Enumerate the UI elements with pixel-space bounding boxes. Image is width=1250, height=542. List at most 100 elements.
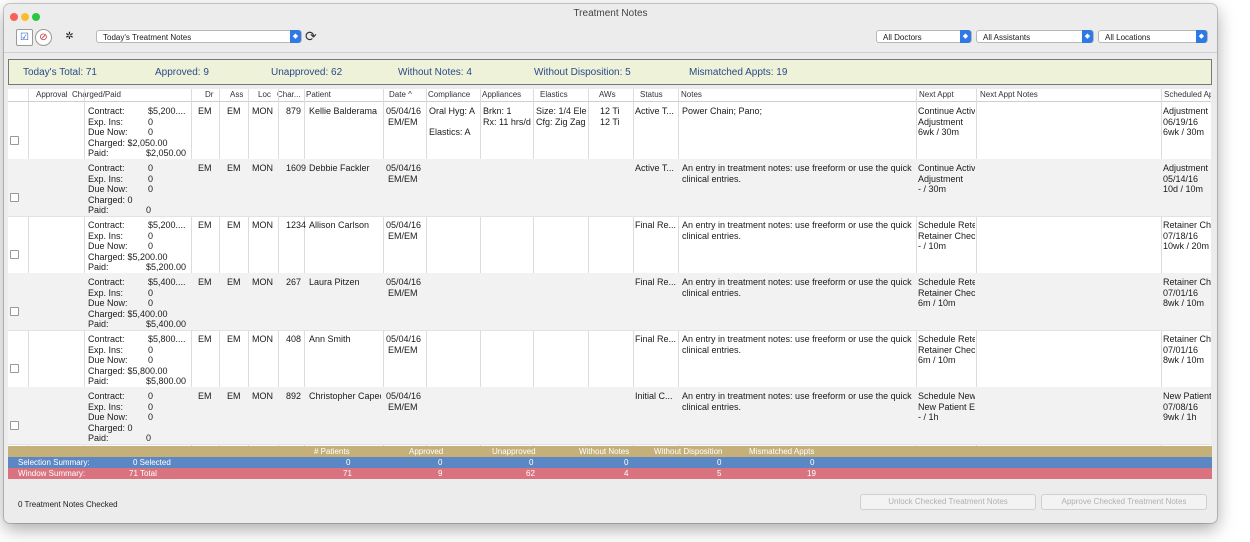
view-select[interactable]: Today's Treatment Notes ◆ xyxy=(96,30,302,43)
chart-cell: 892 xyxy=(286,391,302,401)
scheduled-appt-cell: 10d / 10m xyxy=(1163,184,1204,194)
without-notes-total: Without Notes: 4 xyxy=(398,67,472,78)
no-disposition-icon[interactable]: ⊘ xyxy=(35,29,52,46)
approve-checked-button[interactable]: Approve Checked Treatment Notes xyxy=(1041,494,1207,510)
column-header[interactable]: Compliance xyxy=(428,90,470,99)
patient-cell: Debbie Fackler xyxy=(309,163,370,173)
column-header[interactable]: Approval xyxy=(36,90,68,99)
summary-header: Without Disposition xyxy=(654,447,723,456)
doctors-select-value: All Doctors xyxy=(883,33,922,42)
compliance-cell: Oral Hyg: A xyxy=(429,106,476,116)
next-appt-cell: - / 30m xyxy=(918,184,947,194)
row-checkbox[interactable] xyxy=(10,364,19,373)
assistant-cell: EM xyxy=(227,277,241,287)
row-checkbox[interactable] xyxy=(10,421,19,430)
table-row[interactable]: Contract: $5,200.... Exp. Ins: 0 Due Now: 0 Ch… xyxy=(8,102,1211,160)
dr-cell: EM xyxy=(198,334,212,344)
column-header[interactable]: Appliances xyxy=(482,90,521,99)
scheduled-appt-cell: 07/08/16 xyxy=(1163,401,1199,412)
scheduled-appt-cell: Retainer Check xyxy=(1163,277,1211,287)
chevron-up-down-icon: ◆ xyxy=(290,30,301,43)
column-header[interactable]: Charged/Paid xyxy=(72,90,121,99)
selection-summary-bar: Selection Summary: 0 Selected 0 0 0 0 0 … xyxy=(8,457,1212,468)
selection-value: 0 xyxy=(717,458,722,467)
notes-cell: An entry in treatment notes: use freefor… xyxy=(682,334,912,344)
zoom-window-button[interactable] xyxy=(32,13,40,21)
summary-header: # Patients xyxy=(314,447,350,456)
next-appt-cell: 6m / 10m xyxy=(918,355,956,365)
column-header[interactable]: Next Appt Notes xyxy=(980,90,1038,99)
paid-label: Paid: xyxy=(88,376,109,386)
charged-value: Charged: $5,400.00 xyxy=(88,308,168,319)
exp-ins-value: 0 xyxy=(148,401,154,412)
scheduled-appt-cell: 07/18/16 xyxy=(1163,230,1199,241)
notes-cell: Power Chain; Pano; xyxy=(682,106,763,116)
due-now-label: Due Now: xyxy=(88,298,128,308)
column-header[interactable]: Date ^ xyxy=(389,90,412,99)
window-summary-bar: Window Summary: 71 Total 71 9 62 4 5 19 xyxy=(8,468,1212,479)
approved-total: Approved: 9 xyxy=(155,67,209,78)
close-window-button[interactable] xyxy=(10,13,18,21)
window-value: 19 xyxy=(807,469,816,478)
gear-icon[interactable]: ✲ xyxy=(62,29,77,44)
window-value: 71 xyxy=(343,469,352,478)
column-header[interactable]: Char... xyxy=(277,90,301,99)
row-checkbox[interactable] xyxy=(10,193,19,202)
dr-cell: EM xyxy=(198,220,212,230)
summary-header: Unapproved xyxy=(492,447,536,456)
charged-value: Charged: 0 xyxy=(88,194,133,205)
column-header[interactable]: AWs xyxy=(599,90,616,99)
notes-cell: An entry in treatment notes: use freefor… xyxy=(682,163,912,173)
due-now-value: 0 xyxy=(148,127,154,137)
notes-cell: clinical entries. xyxy=(682,230,742,241)
patient-cell: Allison Carlson xyxy=(309,220,370,230)
notes-cell: An entry in treatment notes: use freefor… xyxy=(682,220,912,230)
refresh-icon[interactable]: ⟳ xyxy=(305,28,317,44)
column-header[interactable]: Elastics xyxy=(540,90,568,99)
assistants-select[interactable]: All Assistants ◆ xyxy=(976,30,1094,43)
locations-select[interactable]: All Locations ◆ xyxy=(1098,30,1208,43)
chart-cell: 267 xyxy=(286,277,302,287)
row-checkbox[interactable] xyxy=(10,307,19,316)
paid-label: Paid: xyxy=(88,262,109,272)
exp-ins-label: Exp. Ins: xyxy=(88,401,124,412)
table-row[interactable]: Contract: 0 Exp. Ins: 0 Due Now: 0 Charged: 0P… xyxy=(8,159,1211,217)
mismatched-total: Mismatched Appts: 19 xyxy=(689,67,788,78)
unlock-checked-button[interactable]: Unlock Checked Treatment Notes xyxy=(860,494,1036,510)
check-all-icon[interactable]: ☑ xyxy=(16,29,33,46)
column-header[interactable]: Status xyxy=(640,90,663,99)
charged-value: Charged: $5,800.00 xyxy=(88,365,168,376)
row-checkbox[interactable] xyxy=(10,136,19,145)
assistant-cell: EM xyxy=(227,106,241,116)
table-row[interactable]: Contract: $5,400.... Exp. Ins: 0 Due Now: 0 Ch… xyxy=(8,273,1211,331)
column-header[interactable]: Scheduled Appt xyxy=(1164,90,1211,99)
location-cell: MON xyxy=(252,391,273,401)
date-cell: 05/04/16 xyxy=(386,106,422,116)
dr-cell: EM xyxy=(198,106,212,116)
date-cell: 05/04/16 xyxy=(386,220,422,230)
status-cell: Active T... xyxy=(635,106,674,116)
column-header[interactable]: Dr xyxy=(205,90,213,99)
column-header[interactable]: Ass xyxy=(230,90,243,99)
column-header[interactable]: Patient xyxy=(306,90,331,99)
table-row[interactable]: Contract: $5,200.... Exp. Ins: 0 Due Now: 0 Ch… xyxy=(8,216,1211,274)
exp-ins-value: 0 xyxy=(148,173,154,184)
table-row[interactable]: Contract: $5,800.... Exp. Ins: 0 Due Now: 0 Ch… xyxy=(8,330,1211,388)
table-row[interactable]: Contract: 0 Exp. Ins: 0 Due Now: 0 Charged: 0P… xyxy=(8,387,1211,445)
next-appt-cell: - / 10m xyxy=(918,241,947,251)
title-bar: Treatment Notes xyxy=(4,4,1217,22)
exp-ins-label: Exp. Ins: xyxy=(88,344,124,355)
contract-label: Contract: xyxy=(88,391,125,401)
contract-value: $5,400.... xyxy=(148,277,186,287)
locations-select-value: All Locations xyxy=(1105,33,1151,42)
column-header[interactable]: Notes xyxy=(681,90,702,99)
row-checkbox[interactable] xyxy=(10,250,19,259)
column-header[interactable]: Loc xyxy=(258,90,271,99)
without-disposition-total: Without Disposition: 5 xyxy=(534,67,631,78)
summary-header-bar: # Patients Approved Unapproved Without N… xyxy=(8,446,1212,457)
minimize-window-button[interactable] xyxy=(21,13,29,21)
notes-cell: An entry in treatment notes: use freefor… xyxy=(682,391,912,401)
appliances-cell: Rx: 11 hrs/d xyxy=(483,116,531,127)
column-header[interactable]: Next Appt xyxy=(919,90,954,99)
doctors-select[interactable]: All Doctors ◆ xyxy=(876,30,972,43)
